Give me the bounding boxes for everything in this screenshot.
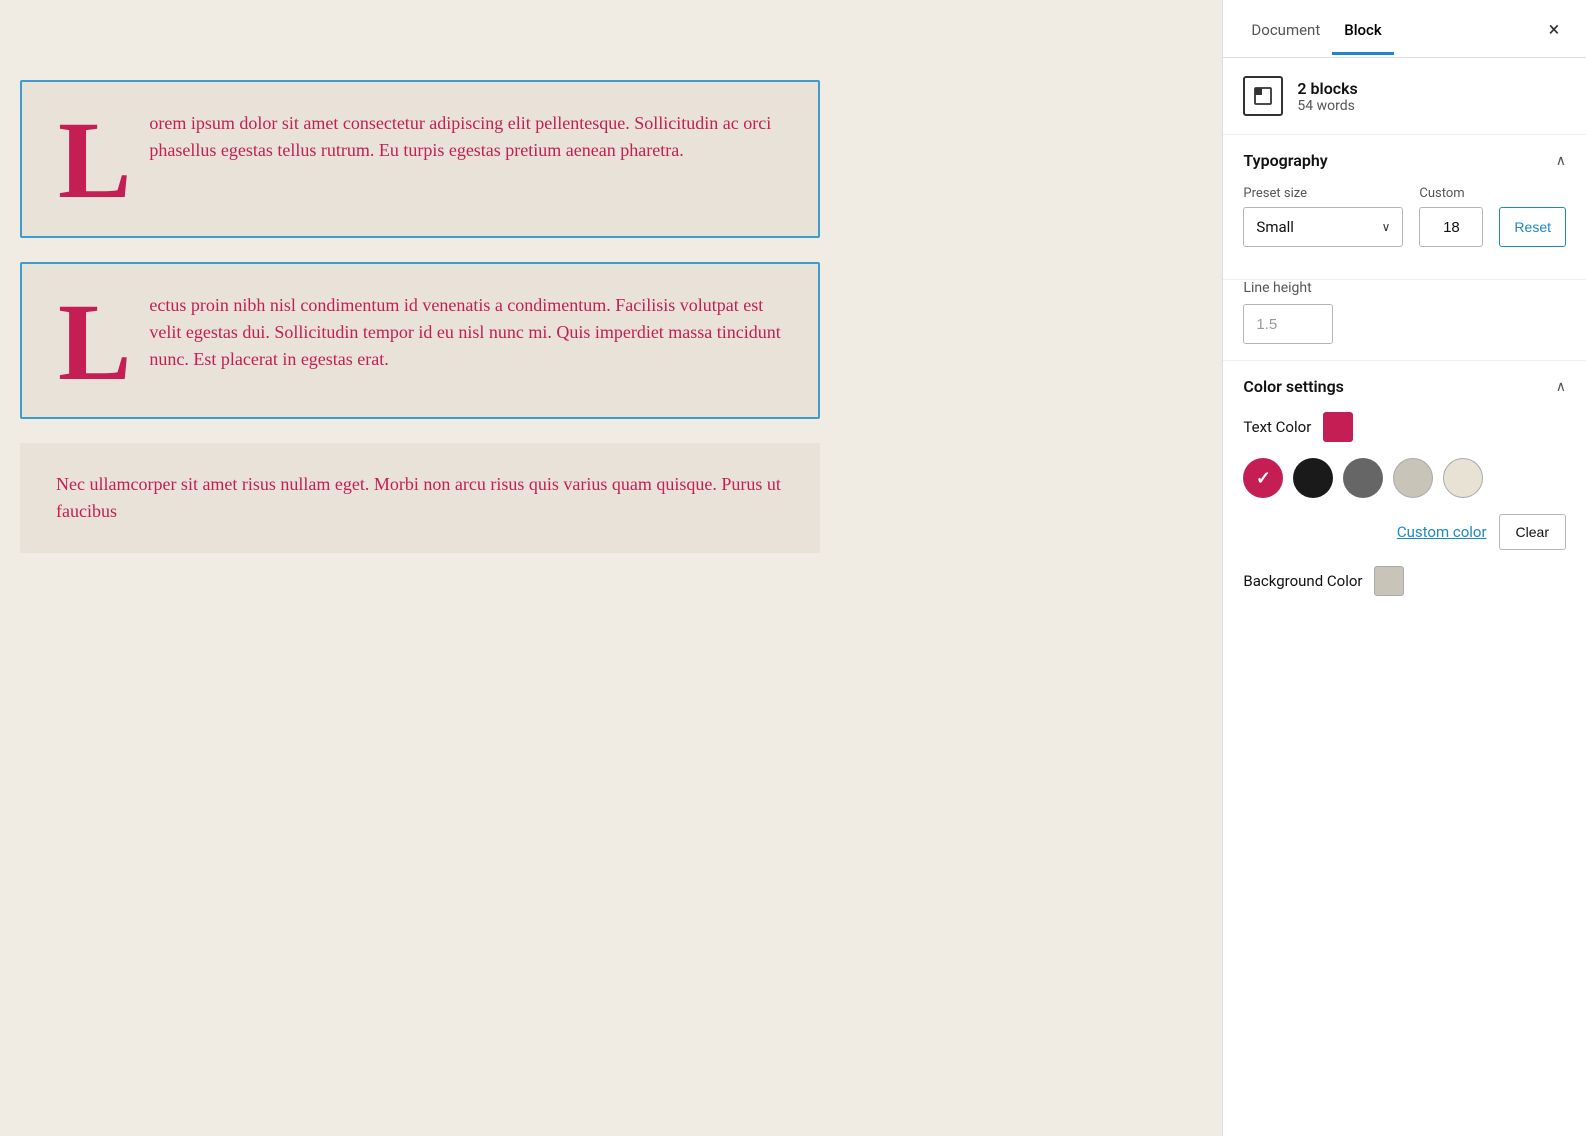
tab-block[interactable]: Block bbox=[1332, 3, 1393, 55]
color-actions: Custom color Clear bbox=[1243, 514, 1566, 550]
sidebar-tabs: Document Block × bbox=[1223, 0, 1586, 58]
main-content: L orem ipsum dolor sit amet consectetur … bbox=[0, 0, 840, 1136]
block-3[interactable]: Nec ullamcorper sit amet risus nullam eg… bbox=[20, 443, 820, 553]
block-2[interactable]: L ectus proin nibh nisl condimentum id v… bbox=[20, 262, 820, 420]
typography-collapse-button[interactable]: ∧ bbox=[1556, 153, 1566, 169]
text-color-label: Text Color bbox=[1243, 418, 1311, 436]
color-settings-collapse-button[interactable]: ∧ bbox=[1556, 379, 1566, 395]
typography-title: Typography bbox=[1243, 151, 1327, 170]
typography-fields: Preset size Small ∨ Custom Reset bbox=[1243, 186, 1566, 247]
block-2-text[interactable]: ectus proin nibh nisl condimentum id ven… bbox=[149, 292, 782, 373]
custom-field-group: Custom bbox=[1419, 186, 1483, 247]
reset-spacer bbox=[1499, 186, 1566, 201]
text-color-row: Text Color bbox=[1243, 412, 1566, 442]
custom-color-link[interactable]: Custom color bbox=[1397, 523, 1487, 541]
typography-section: Typography ∧ Preset size Small ∨ Custom … bbox=[1223, 135, 1586, 280]
preset-chevron-icon: ∨ bbox=[1382, 220, 1391, 234]
block-info-text: 2 blocks 54 words bbox=[1297, 79, 1357, 114]
block-count: 2 blocks bbox=[1297, 79, 1357, 98]
line-height-input[interactable] bbox=[1243, 304, 1333, 344]
palette-color-black[interactable] bbox=[1293, 458, 1333, 498]
tab-document[interactable]: Document bbox=[1239, 3, 1332, 55]
preset-select-value: Small bbox=[1256, 218, 1294, 236]
palette-color-crimson[interactable] bbox=[1243, 458, 1283, 498]
sidebar: Document Block × 2 blocks 54 words Typog… bbox=[1222, 0, 1586, 1136]
block-2-inner: L ectus proin nibh nisl condimentum id v… bbox=[58, 292, 782, 390]
color-palette bbox=[1243, 458, 1566, 498]
close-button[interactable]: × bbox=[1538, 13, 1570, 45]
color-settings-header: Color settings ∧ bbox=[1243, 377, 1566, 396]
block-3-text[interactable]: Nec ullamcorper sit amet risus nullam eg… bbox=[56, 471, 784, 525]
palette-color-dark-gray[interactable] bbox=[1343, 458, 1383, 498]
bg-color-swatch[interactable] bbox=[1374, 566, 1404, 596]
block-1-inner: L orem ipsum dolor sit amet consectetur … bbox=[58, 110, 782, 208]
word-count: 54 words bbox=[1297, 98, 1357, 114]
bg-color-row: Background Color bbox=[1243, 566, 1566, 596]
palette-color-cream[interactable] bbox=[1443, 458, 1483, 498]
text-color-swatch[interactable] bbox=[1323, 412, 1353, 442]
block-type-icon bbox=[1253, 86, 1273, 106]
reset-field-group: Reset bbox=[1499, 186, 1566, 247]
preset-field-group: Preset size Small ∨ bbox=[1243, 186, 1403, 247]
clear-button[interactable]: Clear bbox=[1499, 514, 1566, 550]
typography-header: Typography ∧ bbox=[1243, 151, 1566, 170]
line-height-section: Line height bbox=[1223, 280, 1586, 361]
reset-button[interactable]: Reset bbox=[1499, 207, 1566, 247]
block-1[interactable]: L orem ipsum dolor sit amet consectetur … bbox=[20, 80, 820, 238]
color-settings-title: Color settings bbox=[1243, 377, 1343, 396]
line-height-label: Line height bbox=[1243, 280, 1566, 296]
preset-select[interactable]: Small ∨ bbox=[1243, 207, 1403, 247]
block-info-section: 2 blocks 54 words bbox=[1223, 58, 1586, 135]
block-1-text[interactable]: orem ipsum dolor sit amet consectetur ad… bbox=[149, 110, 782, 164]
bg-color-label: Background Color bbox=[1243, 572, 1362, 590]
drop-cap-1: L bbox=[58, 114, 131, 208]
drop-cap-2: L bbox=[58, 296, 131, 390]
block-icon bbox=[1243, 76, 1283, 116]
palette-color-light-tan[interactable] bbox=[1393, 458, 1433, 498]
custom-label: Custom bbox=[1419, 186, 1483, 201]
color-settings-section: Color settings ∧ Text Color Custom color… bbox=[1223, 361, 1586, 612]
custom-size-input[interactable] bbox=[1419, 207, 1483, 247]
preset-label: Preset size bbox=[1243, 186, 1403, 201]
